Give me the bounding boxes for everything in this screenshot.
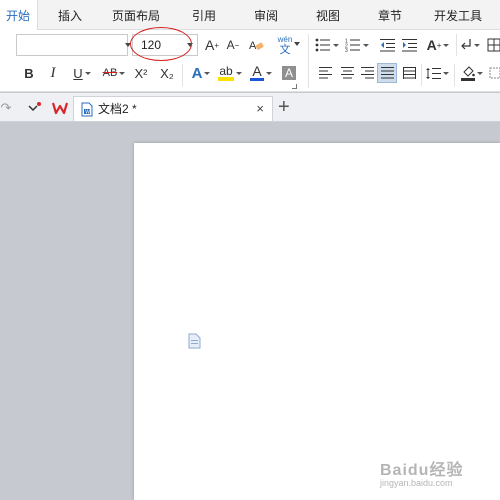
chevron-down-icon — [28, 102, 41, 112]
font-name-field[interactable] — [16, 34, 131, 56]
quick-access-menu-button[interactable] — [24, 98, 46, 118]
shrink-font-button[interactable]: A − — [224, 36, 242, 54]
align-left-icon — [318, 67, 332, 79]
decrease-indent-button[interactable] — [378, 36, 396, 54]
tab-references[interactable]: 引用 — [182, 0, 226, 30]
font-size-dropdown-icon[interactable] — [187, 43, 193, 47]
bold-button[interactable]: B — [20, 64, 38, 82]
align-left-button[interactable] — [316, 64, 334, 82]
tab-section[interactable]: 章节 — [368, 0, 412, 30]
divider — [454, 64, 455, 86]
menu-bar: 开始 插入 页面布局 引用 审阅 视图 章节 开发工具 — [0, 0, 500, 31]
paragraph-doc-icon — [188, 333, 201, 349]
ribbon-toolbar: 120 A + A − A wén 文 123 A + B I U AB X² … — [0, 30, 500, 92]
font-size-value: 120 — [141, 38, 162, 52]
line-spacing-button[interactable] — [424, 64, 450, 82]
table-icon — [487, 38, 500, 52]
superscript-icon: X² — [134, 65, 148, 81]
shrink-font-icon: A — [226, 38, 235, 52]
wps-w-icon — [52, 102, 68, 115]
redo-icon[interactable]: ↷ — [0, 99, 12, 117]
divider — [421, 64, 422, 86]
distribute-icon — [402, 67, 416, 79]
subscript-icon: X₂ — [160, 65, 174, 81]
document-tab-bar: ↷ W 文档2 * × — [0, 93, 500, 122]
numbered-list-icon: 123 — [345, 39, 360, 52]
table-border-button[interactable] — [486, 36, 500, 54]
underline-icon: U — [73, 65, 83, 81]
font-size-field[interactable]: 120 — [132, 34, 198, 56]
increase-indent-icon — [401, 39, 417, 52]
svg-text:3: 3 — [345, 48, 348, 52]
eraser-icon: A — [249, 40, 264, 52]
divider — [308, 64, 309, 86]
paint-bucket-icon — [463, 65, 475, 77]
paragraph-mark-button[interactable] — [460, 36, 480, 54]
clear-format-button[interactable]: A — [246, 36, 266, 54]
tab-home[interactable]: 开始 — [0, 0, 38, 31]
tab-view[interactable]: 视图 — [306, 0, 350, 30]
strikethrough-icon: AB — [102, 67, 118, 79]
text-effects-icon: A — [426, 37, 437, 53]
font-name-dropdown-icon[interactable] — [125, 43, 131, 47]
align-right-button[interactable] — [358, 64, 376, 82]
pinyin-dropdown-icon[interactable] — [294, 42, 300, 46]
paragraph-shading-button[interactable] — [458, 63, 486, 83]
line-spacing-icon — [425, 67, 441, 79]
italic-icon: I — [50, 64, 56, 81]
numbered-list-button[interactable]: 123 — [344, 36, 370, 54]
border-icon — [489, 67, 500, 79]
watermark-sub: jingyan.baidu.com — [380, 478, 453, 488]
align-center-icon — [340, 67, 354, 79]
underline-button[interactable]: U — [68, 64, 96, 82]
return-arrow-icon — [461, 39, 471, 50]
italic-button[interactable]: I — [44, 64, 62, 82]
character-shading-button[interactable]: A — [280, 64, 298, 82]
close-tab-icon[interactable]: × — [256, 101, 264, 116]
tab-developer[interactable]: 开发工具 — [428, 0, 488, 30]
decrease-indent-icon — [379, 39, 395, 52]
bold-icon: B — [24, 65, 34, 81]
bullet-list-icon — [315, 38, 330, 52]
text-outline-icon: A — [191, 64, 203, 82]
document-tab-title: 文档2 * — [98, 102, 137, 116]
watermark-brand: Baidu经验 — [380, 462, 464, 479]
font-color-icon: A — [252, 63, 262, 79]
document-tab[interactable]: W 文档2 * × — [73, 96, 273, 121]
tab-review[interactable]: 审阅 — [244, 0, 288, 30]
svg-text:W: W — [85, 109, 90, 115]
text-effects-button[interactable]: A + — [424, 35, 452, 55]
document-page[interactable] — [134, 143, 500, 500]
justify-button[interactable] — [377, 63, 397, 83]
align-justify-icon — [380, 67, 394, 79]
border-button[interactable] — [488, 64, 500, 82]
watermark: Baidu经验 jingyan.baidu.com — [380, 456, 463, 488]
grow-font-button[interactable]: A + — [203, 36, 221, 54]
grow-font-icon: A — [204, 37, 215, 53]
new-tab-button[interactable]: + — [278, 95, 290, 119]
document-file-icon: W — [81, 102, 93, 117]
increase-indent-button[interactable] — [400, 36, 418, 54]
align-right-icon — [360, 67, 374, 79]
wps-logo-icon[interactable] — [50, 98, 70, 118]
font-effects-button[interactable]: A — [188, 64, 214, 82]
superscript-button[interactable]: X² — [132, 64, 150, 82]
shading-icon: A — [281, 66, 296, 80]
tab-insert[interactable]: 插入 — [48, 0, 92, 30]
pinyin-char: 文 — [279, 44, 291, 56]
strikethrough-button[interactable]: AB — [100, 64, 128, 82]
highlight-button[interactable]: ab — [216, 62, 244, 84]
font-dialog-launcher-icon[interactable] — [292, 84, 297, 89]
bullet-list-button[interactable] — [314, 36, 340, 54]
highlighter-icon: ab — [219, 64, 233, 78]
align-center-button[interactable] — [338, 64, 356, 82]
font-color-button[interactable]: A — [248, 62, 274, 84]
subscript-button[interactable]: X₂ — [158, 64, 176, 82]
divider — [182, 64, 183, 86]
divider — [456, 34, 457, 56]
distribute-button[interactable] — [400, 64, 418, 82]
tab-page-layout[interactable]: 页面布局 — [104, 0, 168, 30]
